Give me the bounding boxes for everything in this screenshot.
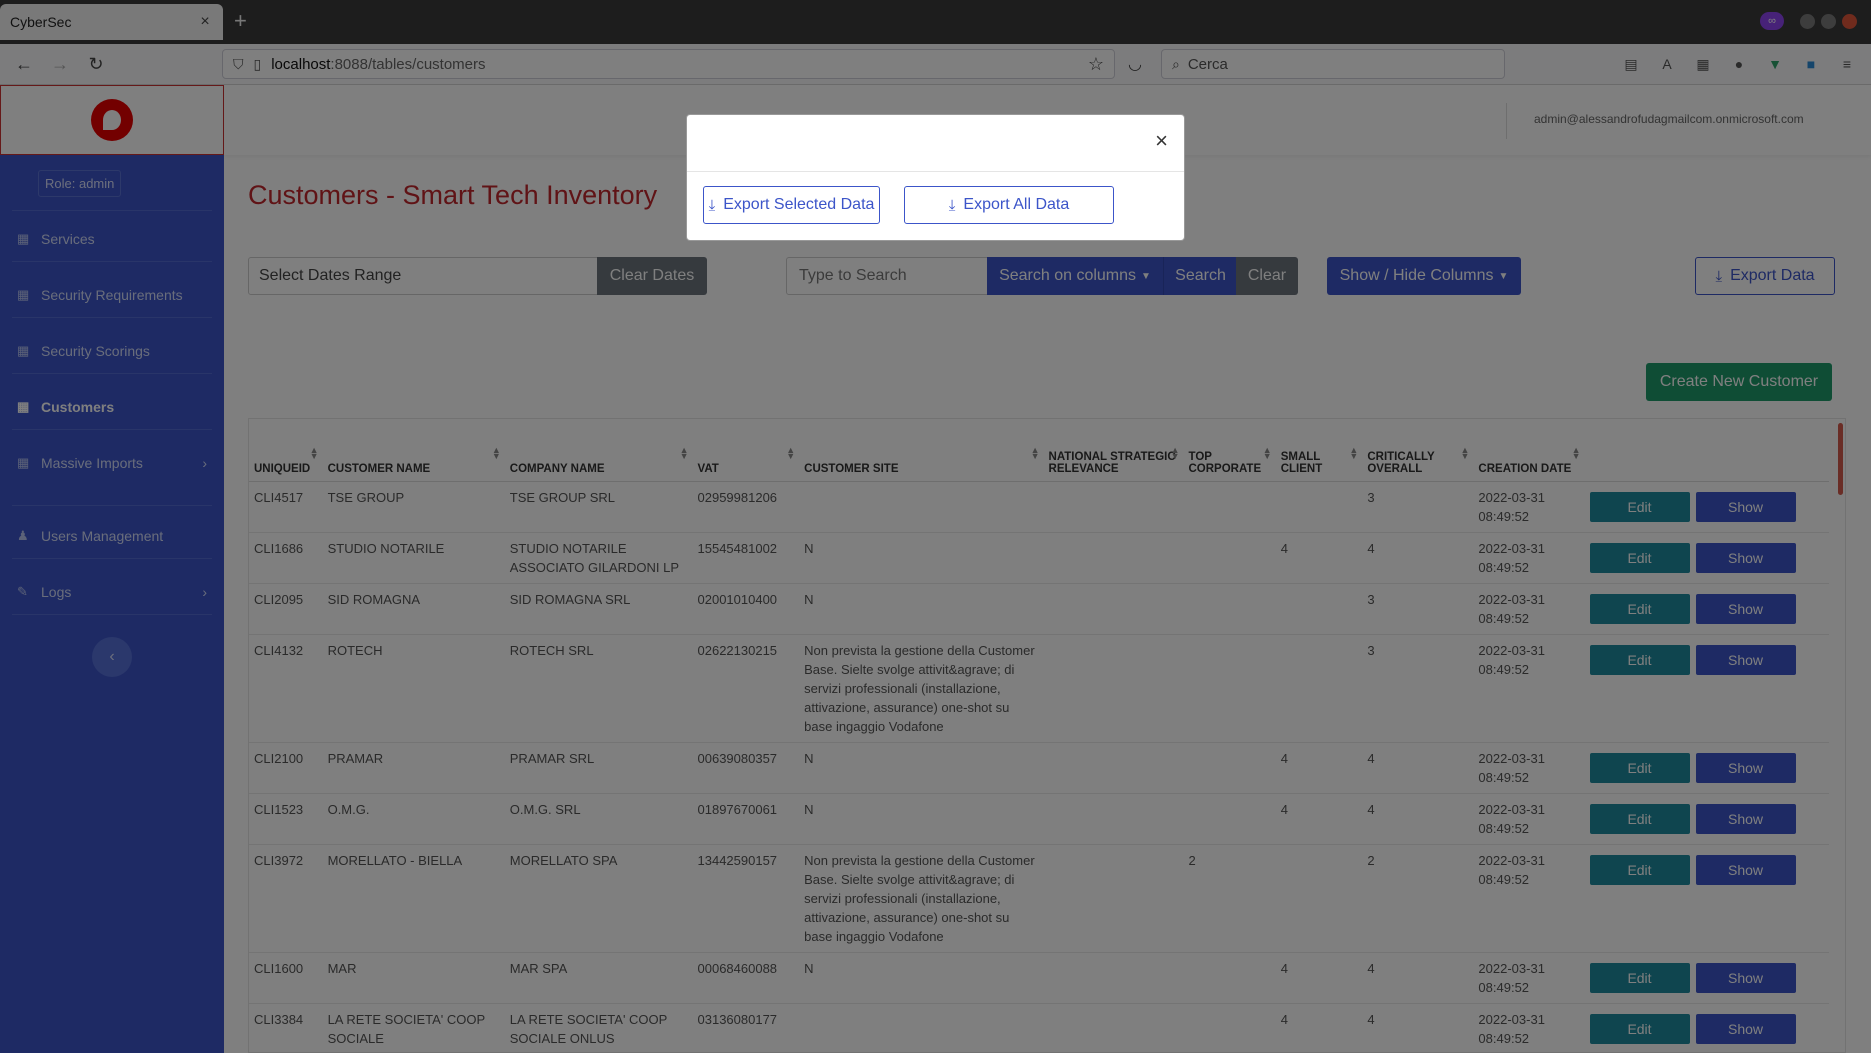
modal-close-icon[interactable]: × bbox=[1155, 130, 1168, 152]
export-modal: × ⤓ Export Selected Data ⤓ Export All Data bbox=[686, 114, 1185, 241]
modal-header: × bbox=[687, 115, 1184, 172]
export-all-button[interactable]: ⤓ Export All Data bbox=[904, 186, 1114, 224]
export-selected-button[interactable]: ⤓ Export Selected Data bbox=[703, 186, 880, 224]
export-selected-label: Export Selected Data bbox=[723, 196, 875, 213]
export-all-label: Export All Data bbox=[963, 196, 1070, 213]
download-icon: ⤓ bbox=[948, 196, 956, 214]
modal-body: ⤓ Export Selected Data ⤓ Export All Data bbox=[687, 172, 1184, 238]
download-icon: ⤓ bbox=[708, 196, 716, 214]
